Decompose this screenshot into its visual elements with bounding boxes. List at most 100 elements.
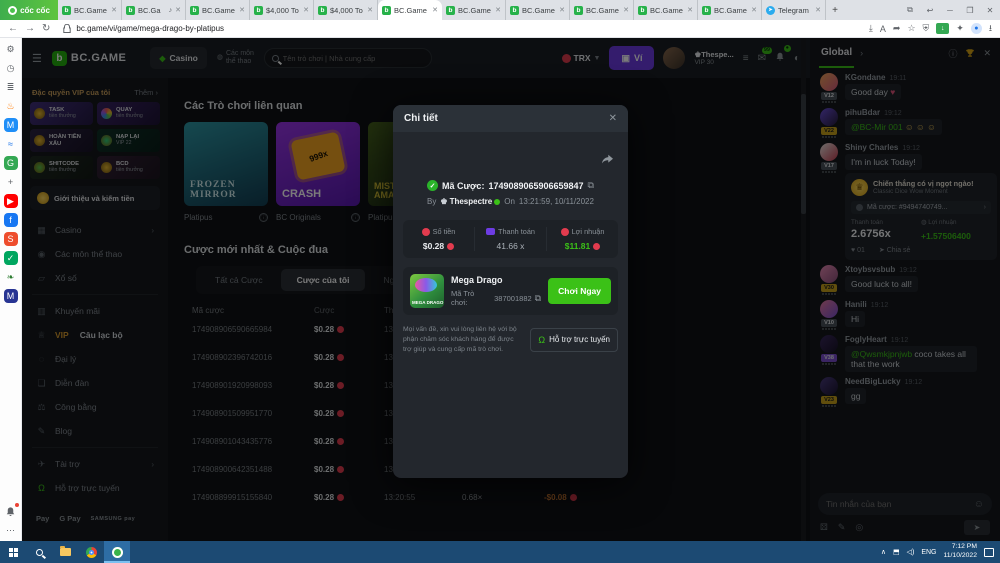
tab-title: BC.Game (650, 6, 684, 15)
browser-tab[interactable]: bBC.Game✕ (506, 0, 570, 20)
add-shortcut-icon[interactable]: + (4, 175, 18, 189)
browser-tab[interactable]: bBC.Ga♪✕ (122, 0, 186, 20)
game-thumbnail[interactable]: MEGA DRAGO (410, 274, 444, 308)
tab-close-icon[interactable]: ✕ (432, 6, 438, 14)
coccoc-taskbar-icon[interactable] (104, 541, 130, 563)
new-tab-button[interactable]: + (826, 0, 844, 20)
tab-title: BC.Game (522, 6, 556, 15)
bcgame-favicon: b (190, 6, 199, 15)
copy-bet-id-icon[interactable]: ⧉ (588, 180, 594, 191)
tab-close-icon[interactable]: ✕ (623, 6, 629, 14)
action-center-icon[interactable] (984, 548, 994, 557)
facebook-icon[interactable]: f (4, 213, 18, 227)
hidden-icons-chevron[interactable]: ∧ (881, 548, 886, 556)
tab-close-icon[interactable]: ✕ (367, 6, 373, 14)
browser-tab[interactable]: b$4,000 To✕ (250, 0, 314, 20)
taskbar-search-icon[interactable] (26, 541, 52, 563)
tab-close-icon[interactable]: ✕ (303, 6, 309, 14)
tab-close-icon[interactable]: ✕ (239, 6, 245, 14)
tab-audio-icon[interactable]: ♪ (169, 7, 173, 14)
minimize-button[interactable]: ─ (940, 0, 960, 20)
volume-icon[interactable]: ◁) (907, 548, 915, 556)
back-button[interactable]: ← (8, 24, 18, 34)
profit-value: $11.81 (565, 241, 591, 251)
adblock-shield-icon[interactable]: ⛨ (923, 23, 930, 34)
tab-search-icon[interactable]: ⧉ (900, 0, 920, 20)
browser-tab[interactable]: bBC.Game✕ (58, 0, 122, 20)
profit-coin-icon (561, 228, 569, 236)
notification-bell-icon[interactable] (4, 504, 18, 518)
weather-icon[interactable]: ≈ (4, 137, 18, 151)
plant-icon[interactable]: ❧ (4, 270, 18, 284)
browser-tab[interactable]: b$4,000 To✕ (314, 0, 378, 20)
rail-more-icon[interactable]: ⋯ (4, 523, 18, 537)
game-id-value: 387001882 (494, 294, 532, 303)
profile-icon[interactable]: ● (971, 23, 982, 34)
game-meta: Mega Drago Mã Trò chơi: 387001882⧉ (451, 275, 541, 307)
store-icon[interactable]: ✓ (4, 251, 18, 265)
mxv-icon[interactable]: M (4, 289, 18, 303)
share-icon[interactable] (601, 152, 614, 170)
bcgame-favicon: b (574, 6, 583, 15)
session-restore-icon[interactable]: ↩ (920, 0, 940, 20)
tab-close-icon[interactable]: ✕ (495, 6, 501, 14)
save-page-icon[interactable]: ⤓ (869, 23, 873, 34)
maximize-button[interactable]: ❐ (960, 0, 980, 20)
stat-profit: Lợi nhuận $11.81 (546, 227, 618, 251)
feed-icon[interactable]: ≣ (4, 80, 18, 94)
forward-button[interactable]: → (25, 24, 35, 34)
browser-tab-strip: cốc cốc bBC.Game✕bBC.Ga♪✕bBC.Game✕b$4,00… (0, 0, 1000, 20)
copy-game-id-icon[interactable]: ⧉ (535, 293, 541, 304)
tab-title: $4,000 To (266, 6, 300, 15)
youtube-icon[interactable]: ▶ (4, 194, 18, 208)
coccoc-brand-label: cốc cốc (20, 6, 50, 15)
live-support-button[interactable]: Ω Hỗ trợ trực tuyến (530, 328, 618, 352)
browser-tab[interactable]: ➤Telegram✕ (762, 0, 826, 20)
reload-button[interactable]: ↻ (42, 24, 50, 34)
browser-tab[interactable]: bBC.Game✕ (634, 0, 698, 20)
browser-tab[interactable]: bBC.Game✕ (570, 0, 634, 20)
modal-close-icon[interactable]: ✕ (609, 113, 617, 124)
hot-trends-icon[interactable]: ♨ (4, 99, 18, 113)
tab-close-icon[interactable]: ✕ (751, 6, 757, 14)
game-id-label: Mã Trò chơi: (451, 289, 491, 307)
games-icon[interactable]: G (4, 156, 18, 170)
browser-tab[interactable]: bBC.Game✕ (698, 0, 762, 20)
browser-tab[interactable]: bBC.Game✕ (442, 0, 506, 20)
bet-author[interactable]: ♚Thespectre (440, 197, 500, 206)
browser-tab[interactable]: bBC.Game✕ (378, 0, 442, 20)
amount-value: $0.28 (423, 241, 444, 251)
bookmark-star-icon[interactable]: ☆ (907, 23, 915, 34)
network-icon[interactable]: ⬒ (893, 548, 900, 556)
bcgame-favicon: b (318, 6, 327, 15)
downloads-button[interactable]: ↓ (936, 23, 949, 34)
shopee-icon[interactable]: S (4, 232, 18, 246)
tab-title: BC.Game (74, 6, 108, 15)
tab-close-icon[interactable]: ✕ (111, 6, 117, 14)
extensions-icon[interactable]: ✦ (956, 23, 964, 34)
close-button[interactable]: ✕ (980, 0, 1000, 20)
history-icon[interactable]: ◷ (4, 61, 18, 75)
translate-icon[interactable]: A (880, 24, 886, 34)
downloads-tray-icon[interactable]: ⭳ (989, 21, 992, 37)
stat-amount: Số tiền $0.28 (403, 227, 474, 251)
settings-icon[interactable]: ⚙ (4, 42, 18, 56)
start-button[interactable] (0, 541, 26, 563)
input-language[interactable]: ENG (921, 549, 936, 556)
messenger-icon[interactable]: M (4, 118, 18, 132)
windows-taskbar: ∧ ⬒ ◁) ENG 7:12 PM11/10/2022 (0, 541, 1000, 563)
online-dot-icon (494, 199, 500, 205)
tab-close-icon[interactable]: ✕ (175, 6, 181, 14)
taskbar-clock[interactable]: 7:12 PM11/10/2022 (943, 543, 977, 561)
browser-tab[interactable]: bBC.Game✕ (186, 0, 250, 20)
tab-close-icon[interactable]: ✕ (687, 6, 693, 14)
lock-icon (63, 24, 71, 33)
share-page-icon[interactable]: ➦ (893, 23, 901, 34)
file-explorer-icon[interactable] (52, 541, 78, 563)
tab-close-icon[interactable]: ✕ (815, 6, 821, 14)
play-now-button[interactable]: Chơi Ngay (548, 278, 611, 304)
chrome-icon[interactable] (78, 541, 104, 563)
bet-datetime: 13:21:59, 10/11/2022 (519, 197, 594, 206)
address-bar[interactable]: bc.game/vi/game/mega-drago-by-platipus (57, 22, 862, 36)
tab-close-icon[interactable]: ✕ (559, 6, 565, 14)
